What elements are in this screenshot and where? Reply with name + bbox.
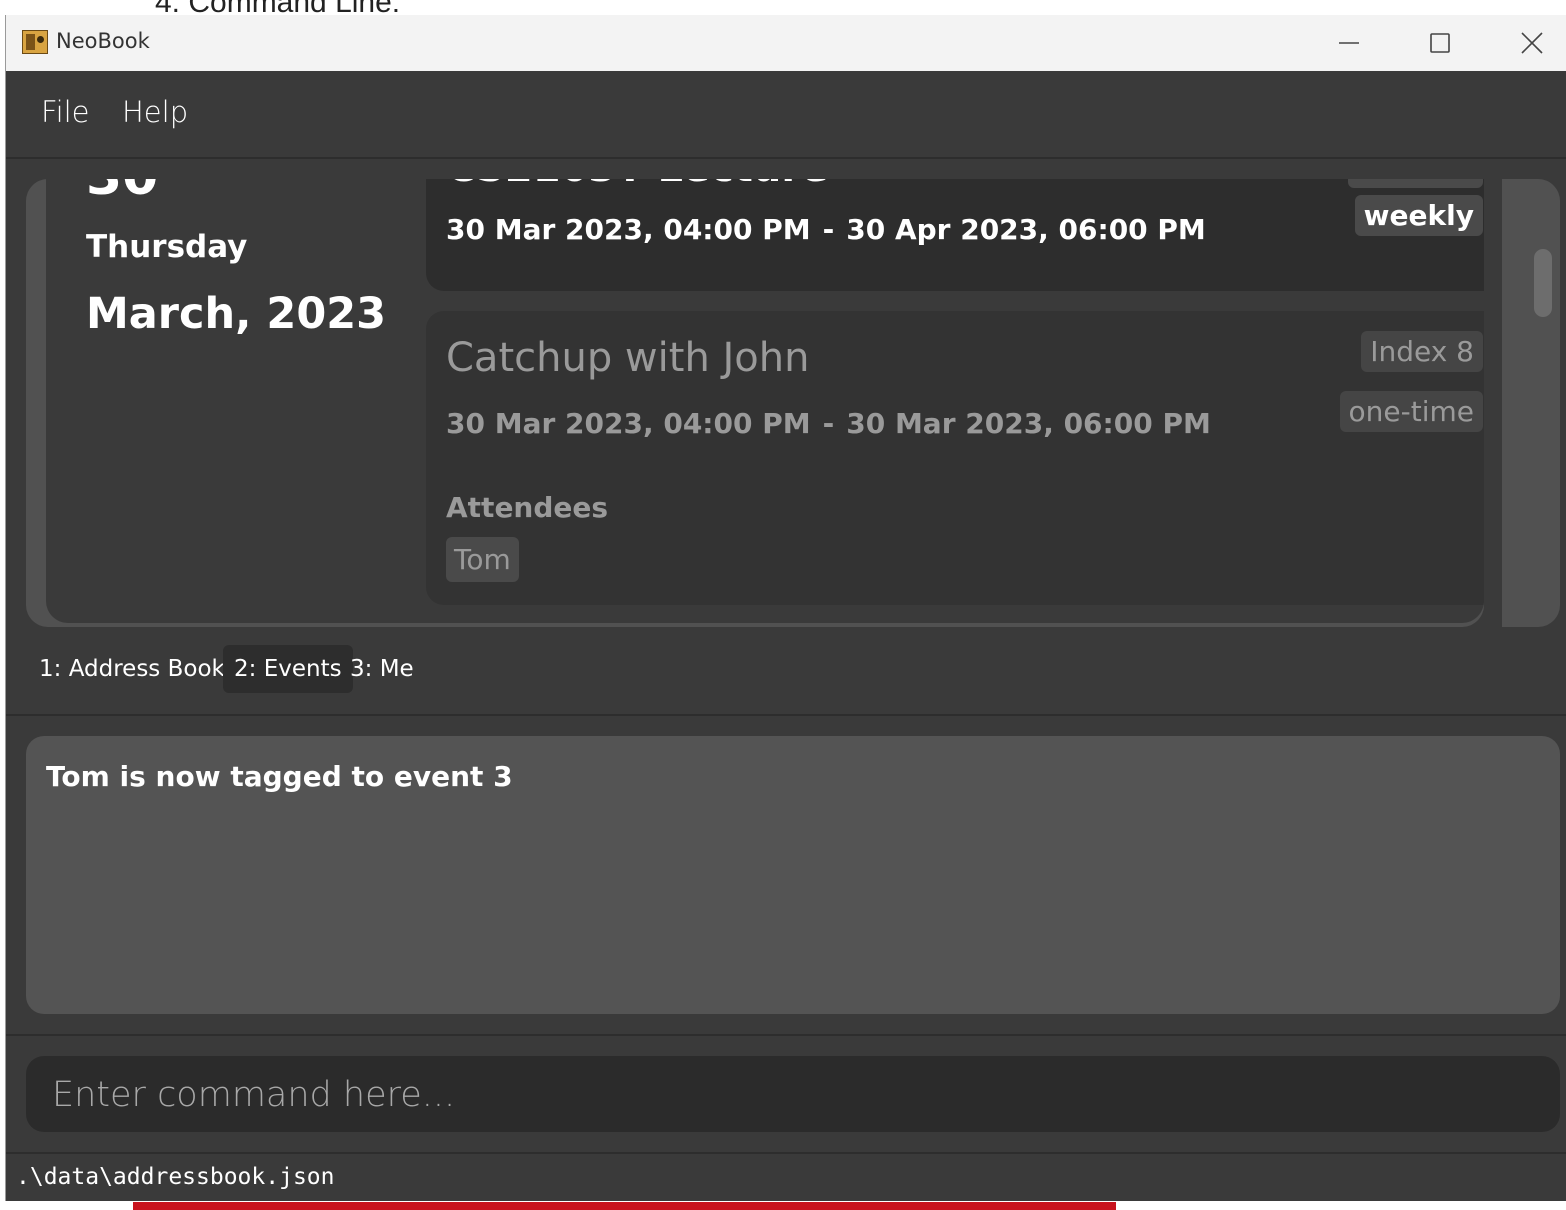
close-icon <box>1521 32 1543 54</box>
tab-address-book[interactable]: 1: Address Book <box>28 645 236 693</box>
minimize-button[interactable] <box>1319 15 1379 71</box>
divider <box>6 1034 1566 1036</box>
maximize-icon <box>1430 33 1450 53</box>
command-box[interactable] <box>26 1056 1560 1134</box>
app-window: NeoBook File Help 30 Thursday March, 202… <box>5 15 1566 1201</box>
maximize-button[interactable] <box>1410 15 1470 71</box>
event-card[interactable]: CS2103T Lecture 30 Mar 2023, 04:00 PM-30… <box>426 179 1484 291</box>
event-frequency-badge: weekly <box>1354 195 1483 236</box>
event-card[interactable]: Catchup with John 30 Mar 2023, 04:00 PM -… <box>426 311 1484 605</box>
events-list-panel[interactable]: 30 Thursday March, 2023 CS2103T Lecture … <box>26 179 1484 627</box>
address-book-app-icon <box>22 30 48 54</box>
event-title: Catchup with John <box>446 335 810 381</box>
close-button[interactable] <box>1502 15 1562 71</box>
menu-help[interactable]: Help <box>122 95 188 129</box>
time-separator: - <box>822 407 835 440</box>
day-month-year: March, 2023 <box>86 289 387 339</box>
day-group-card: 30 Thursday March, 2023 CS2103T Lecture … <box>46 179 1484 623</box>
time-separator: - <box>822 213 835 246</box>
result-message: Tom is now tagged to event 3 <box>46 760 513 793</box>
menu-bar: File Help <box>6 71 1566 159</box>
window-title: NeoBook <box>56 29 150 53</box>
events-scrollbar-thumb[interactable] <box>1534 249 1552 317</box>
event-end: 30 Mar 2023, 06:00 PM <box>846 407 1211 440</box>
event-time-range: 30 Mar 2023, 04:00 PM -30 Apr 2023, 06:00… <box>446 213 1206 246</box>
event-time-range: 30 Mar 2023, 04:00 PM -30 Mar 2023, 06:00… <box>446 407 1211 440</box>
tab-events[interactable]: 2: Events <box>223 645 353 693</box>
day-number: 30 <box>86 179 158 207</box>
event-start: 30 Mar 2023, 04:00 PM <box>446 213 811 246</box>
event-index-badge: Index 8 <box>1361 331 1483 372</box>
result-display: Tom is now tagged to event 3 <box>26 736 1560 1014</box>
event-frequency-badge: one-time <box>1339 391 1483 432</box>
minimize-icon <box>1339 42 1359 44</box>
save-file-path: .\data\addressbook.json <box>16 1164 335 1190</box>
event-title: CS2103T Lecture <box>446 179 828 191</box>
divider <box>6 714 1566 716</box>
attendee-chip[interactable]: Tom <box>446 537 519 582</box>
event-end: 30 Apr 2023, 06:00 PM <box>846 213 1206 246</box>
command-input[interactable] <box>50 1056 1534 1134</box>
background-red-underline <box>133 1202 1116 1210</box>
day-weekday: Thursday <box>86 229 248 265</box>
attendees-label: Attendees <box>446 491 609 524</box>
event-index-badge: Index 1 <box>1348 179 1483 188</box>
title-bar[interactable]: NeoBook <box>6 15 1566 71</box>
status-bar: .\data\addressbook.json <box>6 1152 1566 1201</box>
tab-me[interactable]: 3: Me <box>339 645 425 693</box>
event-start: 30 Mar 2023, 04:00 PM <box>446 407 811 440</box>
events-scrollbar-track[interactable] <box>1502 179 1560 627</box>
menu-file[interactable]: File <box>41 95 90 129</box>
